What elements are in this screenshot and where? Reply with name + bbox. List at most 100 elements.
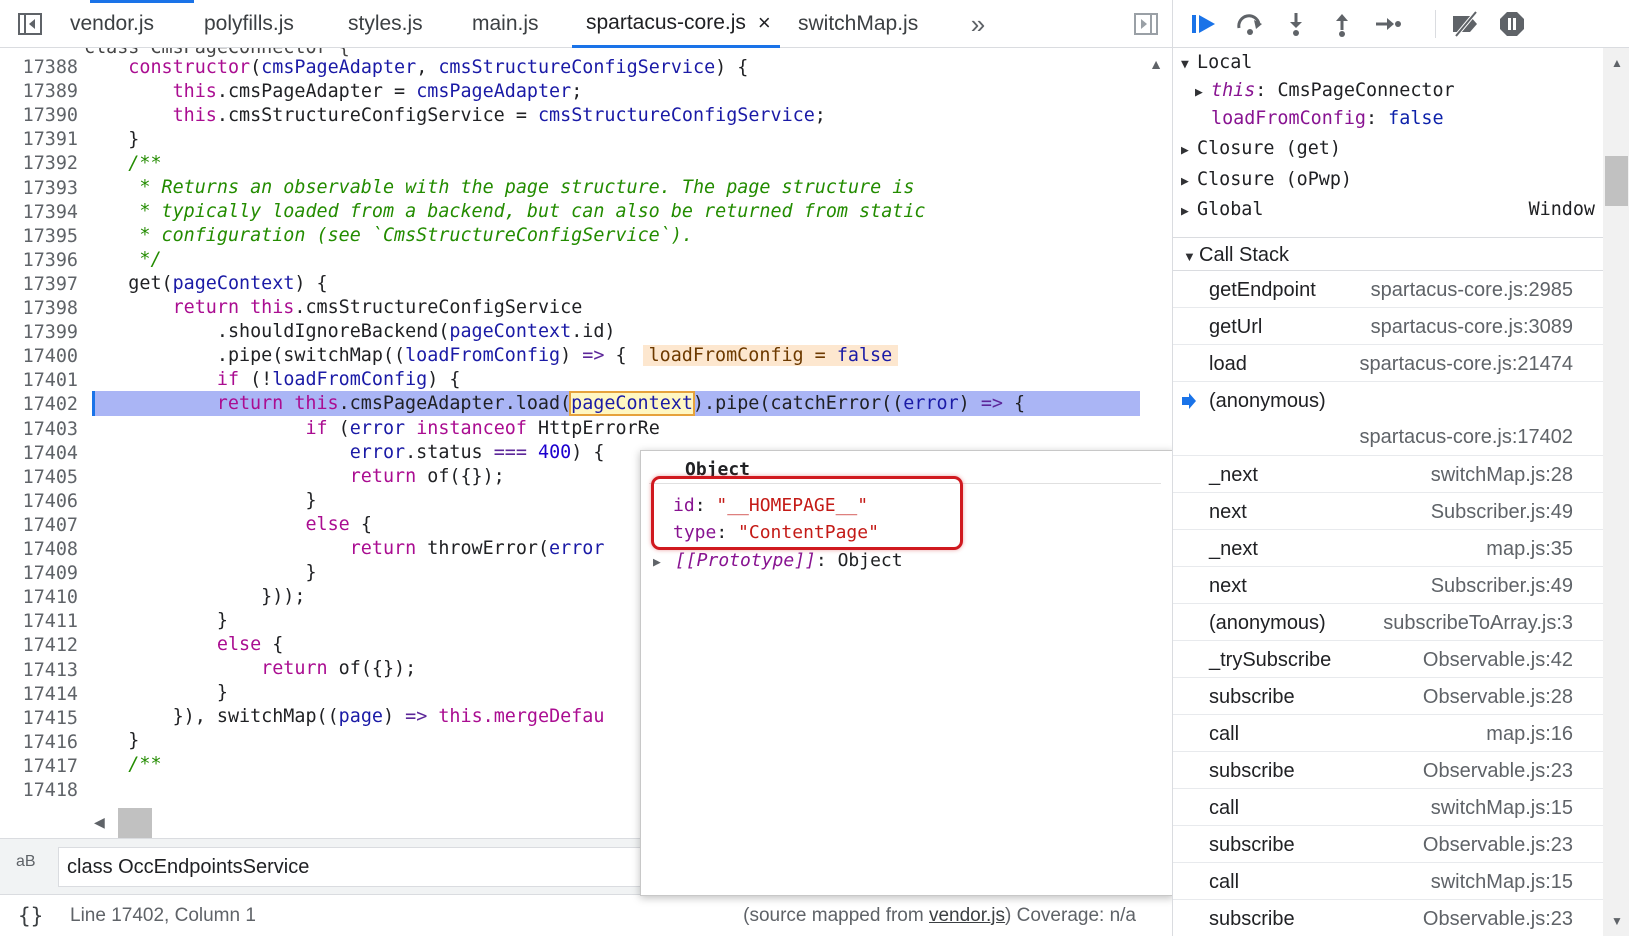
pause-on-exceptions-button[interactable]: [1495, 8, 1529, 40]
tab-vendor-js[interactable]: vendor.js: [56, 0, 168, 48]
step-button[interactable]: [1371, 8, 1405, 40]
line-number[interactable]: 17394: [0, 200, 78, 225]
call-frame[interactable]: next Subscriber.js:49: [1173, 493, 1603, 530]
call-frame[interactable]: call map.js:16: [1173, 715, 1603, 752]
sidebar-scrollbar[interactable]: ▲ ▼: [1603, 48, 1629, 936]
call-frame[interactable]: _next switchMap.js:28: [1173, 456, 1603, 493]
line-number[interactable]: 17403: [0, 417, 78, 442]
code-token: this: [250, 297, 295, 318]
tab-polyfills-js[interactable]: polyfills.js: [190, 0, 308, 48]
call-frame[interactable]: next Subscriber.js:49: [1173, 567, 1603, 604]
scrollbar-thumb[interactable]: [118, 808, 152, 838]
line-number[interactable]: 17414: [0, 682, 78, 707]
scope-global-row[interactable]: ▶ Global Window: [1173, 195, 1603, 225]
inline-var-eq: =: [803, 345, 837, 366]
triangle-left-icon[interactable]: ◀: [94, 814, 105, 831]
line-number-gutter[interactable]: 17388 17389 17390 17391 17392 17393 17394 17395…: [0, 48, 84, 838]
line-number[interactable]: 17398: [0, 296, 78, 321]
current-frame-arrow-icon: [1181, 392, 1197, 415]
line-number[interactable]: 17404: [0, 441, 78, 466]
call-frame[interactable]: _next map.js:35: [1173, 530, 1603, 567]
call-frame-function: (anonymous): [1209, 390, 1326, 412]
line-number[interactable]: 17416: [0, 730, 78, 755]
call-frame[interactable]: _trySubscribe Observable.js:42: [1173, 641, 1603, 678]
line-number[interactable]: 17408: [0, 537, 78, 562]
deactivate-breakpoints-button[interactable]: [1449, 8, 1483, 40]
call-frame[interactable]: subscribe Observable.js:28: [1173, 678, 1603, 715]
line-number[interactable]: 17402: [0, 392, 78, 417]
toggle-navigator-button[interactable]: [12, 0, 48, 48]
line-number[interactable]: 17405: [0, 465, 78, 490]
code-token: cmsPageAdapter: [416, 81, 572, 102]
call-frame[interactable]: call switchMap.js:15: [1173, 863, 1603, 900]
tab-switchmap-js[interactable]: switchMap.js: [784, 0, 932, 48]
call-frame[interactable]: load spartacus-core.js:21474: [1173, 345, 1603, 382]
scope-closure-opwp-row[interactable]: ▶ Closure (oPwp): [1173, 165, 1603, 195]
step-out-button[interactable]: [1325, 8, 1359, 40]
line-number[interactable]: 17392: [0, 151, 78, 176]
editor-scroll-up-button[interactable]: ▲: [1146, 56, 1166, 76]
code-line: * configuration (see `CmsStructureConfig…: [84, 223, 1140, 248]
line-number[interactable]: 17389: [0, 79, 78, 104]
call-frame[interactable]: call switchMap.js:15: [1173, 789, 1603, 826]
coverage-status: Coverage: n/a: [1016, 905, 1136, 926]
line-number[interactable]: 17397: [0, 272, 78, 297]
line-number[interactable]: 17391: [0, 127, 78, 152]
triangle-up-icon[interactable]: ▲: [1611, 56, 1623, 70]
line-number[interactable]: 17417: [0, 754, 78, 779]
line-number[interactable]: 17413: [0, 658, 78, 683]
tab-spartacus-core-js[interactable]: spartacus-core.js ×: [572, 0, 780, 48]
more-tabs-button[interactable]: »: [960, 0, 996, 48]
call-frame[interactable]: (anonymous) subscribeToArray.js:3: [1173, 604, 1603, 641]
step-over-button[interactable]: [1233, 8, 1267, 40]
scrollbar-thumb[interactable]: [1605, 156, 1628, 206]
line-number[interactable]: 17399: [0, 320, 78, 345]
debugger-sidebar: ▼ Local ▶ this: CmsPageConnector loadFromC…: [1172, 0, 1629, 936]
call-stack-header[interactable]: ▼ Call Stack: [1173, 237, 1603, 271]
close-tab-icon[interactable]: ×: [758, 10, 771, 36]
toggle-debugger-sidebar-button[interactable]: [1128, 0, 1164, 48]
scope-local-header[interactable]: ▼ Local: [1173, 48, 1603, 78]
line-number[interactable]: 17400: [0, 344, 78, 369]
call-frame[interactable]: subscribe Observable.js:23: [1173, 900, 1603, 936]
code-token: return: [172, 297, 240, 318]
source-mapped-link[interactable]: vendor.js: [929, 905, 1005, 926]
line-number[interactable]: 17401: [0, 368, 78, 393]
line-number[interactable]: 17396: [0, 248, 78, 273]
call-frame[interactable]: subscribe Observable.js:23: [1173, 826, 1603, 863]
hovered-variable-pagecontext[interactable]: pageContext: [569, 391, 695, 416]
triangle-down-icon[interactable]: ▼: [1611, 914, 1623, 928]
step-into-button[interactable]: [1279, 8, 1313, 40]
code-token: loadFromConfig: [272, 369, 428, 390]
line-number[interactable]: 17406: [0, 489, 78, 514]
call-frame[interactable]: (anonymous) spartacus-core.js:17402: [1173, 382, 1603, 456]
code-line: return this.cmsStructureConfigService: [172, 297, 583, 318]
line-number[interactable]: 17409: [0, 561, 78, 586]
resume-button[interactable]: [1187, 8, 1221, 40]
call-frame[interactable]: subscribe Observable.js:23: [1173, 752, 1603, 789]
match-case-icon[interactable]: aB: [16, 853, 36, 871]
scope-loadfromconfig-row[interactable]: loadFromConfig: false: [1173, 104, 1603, 134]
line-number[interactable]: 17412: [0, 633, 78, 658]
pretty-print-icon[interactable]: {}: [18, 904, 43, 928]
line-number[interactable]: 17415: [0, 706, 78, 731]
debugger-toolbar: [1173, 0, 1629, 48]
line-number[interactable]: 17418: [0, 778, 78, 803]
scope-closure-get-row[interactable]: ▶ Closure (get): [1173, 134, 1603, 164]
line-number[interactable]: 17407: [0, 513, 78, 538]
inline-var-name: loadFromConfig: [648, 345, 804, 366]
tab-main-js[interactable]: main.js: [458, 0, 553, 48]
call-frame[interactable]: getEndpoint spartacus-core.js:2985: [1173, 271, 1603, 308]
tab-label: switchMap.js: [798, 12, 919, 35]
line-number[interactable]: 17388: [0, 55, 78, 80]
line-number[interactable]: 17411: [0, 609, 78, 634]
call-frame-location: Observable.js:42: [1422, 649, 1573, 671]
line-number[interactable]: 17390: [0, 103, 78, 128]
line-number[interactable]: 17395: [0, 224, 78, 249]
call-frame[interactable]: getUrl spartacus-core.js:3089: [1173, 308, 1603, 345]
object-prototype-row[interactable]: ▶ [[Prototype]]: Object: [653, 550, 903, 571]
tab-styles-js[interactable]: styles.js: [334, 0, 437, 48]
line-number[interactable]: 17410: [0, 585, 78, 610]
scope-this-row[interactable]: ▶ this: CmsPageConnector: [1173, 76, 1603, 106]
line-number[interactable]: 17393: [0, 176, 78, 201]
